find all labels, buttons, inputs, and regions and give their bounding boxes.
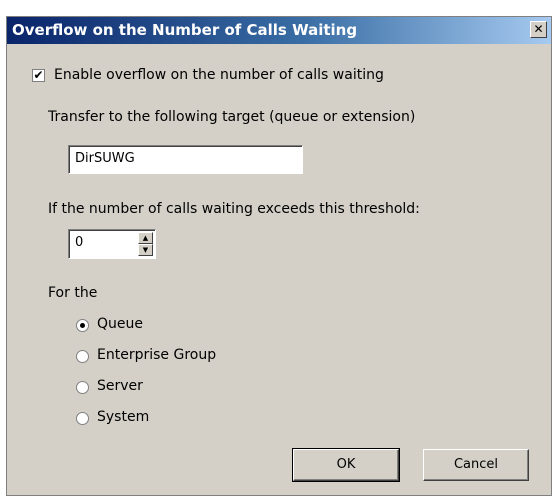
- target-input[interactable]: DirSUWG: [68, 145, 303, 174]
- overflow-dialog: Overflow on the Number of Calls Waiting …: [6, 16, 552, 496]
- threshold-value: 0: [75, 235, 84, 250]
- radio-server[interactable]: [76, 381, 89, 394]
- radio-enterprise-group-label[interactable]: Enterprise Group: [97, 347, 216, 363]
- spin-down-icon[interactable]: ▼: [138, 244, 153, 256]
- threshold-spinner[interactable]: 0 ▲ ▼: [68, 229, 156, 259]
- radio-system[interactable]: [76, 412, 89, 425]
- spin-up-icon[interactable]: ▲: [138, 232, 153, 244]
- close-icon[interactable]: ✕: [530, 21, 547, 38]
- cancel-button[interactable]: Cancel: [423, 449, 529, 481]
- dialog-title: Overflow on the Number of Calls Waiting: [12, 21, 358, 39]
- title-bar[interactable]: Overflow on the Number of Calls Waiting …: [7, 17, 551, 44]
- radio-enterprise-group[interactable]: [76, 350, 89, 363]
- ok-button[interactable]: OK: [292, 448, 400, 482]
- enable-overflow-checkbox[interactable]: ✔: [32, 69, 45, 82]
- radio-queue-label[interactable]: Queue: [97, 316, 143, 332]
- threshold-label: If the number of calls waiting exceeds t…: [48, 201, 420, 217]
- scope-label: For the: [48, 285, 98, 301]
- target-label: Transfer to the following target (queue …: [48, 109, 416, 125]
- target-value: DirSUWG: [75, 151, 135, 166]
- radio-system-label[interactable]: System: [97, 409, 149, 425]
- radio-server-label[interactable]: Server: [97, 378, 143, 394]
- enable-overflow-label[interactable]: Enable overflow on the number of calls w…: [54, 67, 384, 83]
- radio-queue[interactable]: [76, 319, 89, 332]
